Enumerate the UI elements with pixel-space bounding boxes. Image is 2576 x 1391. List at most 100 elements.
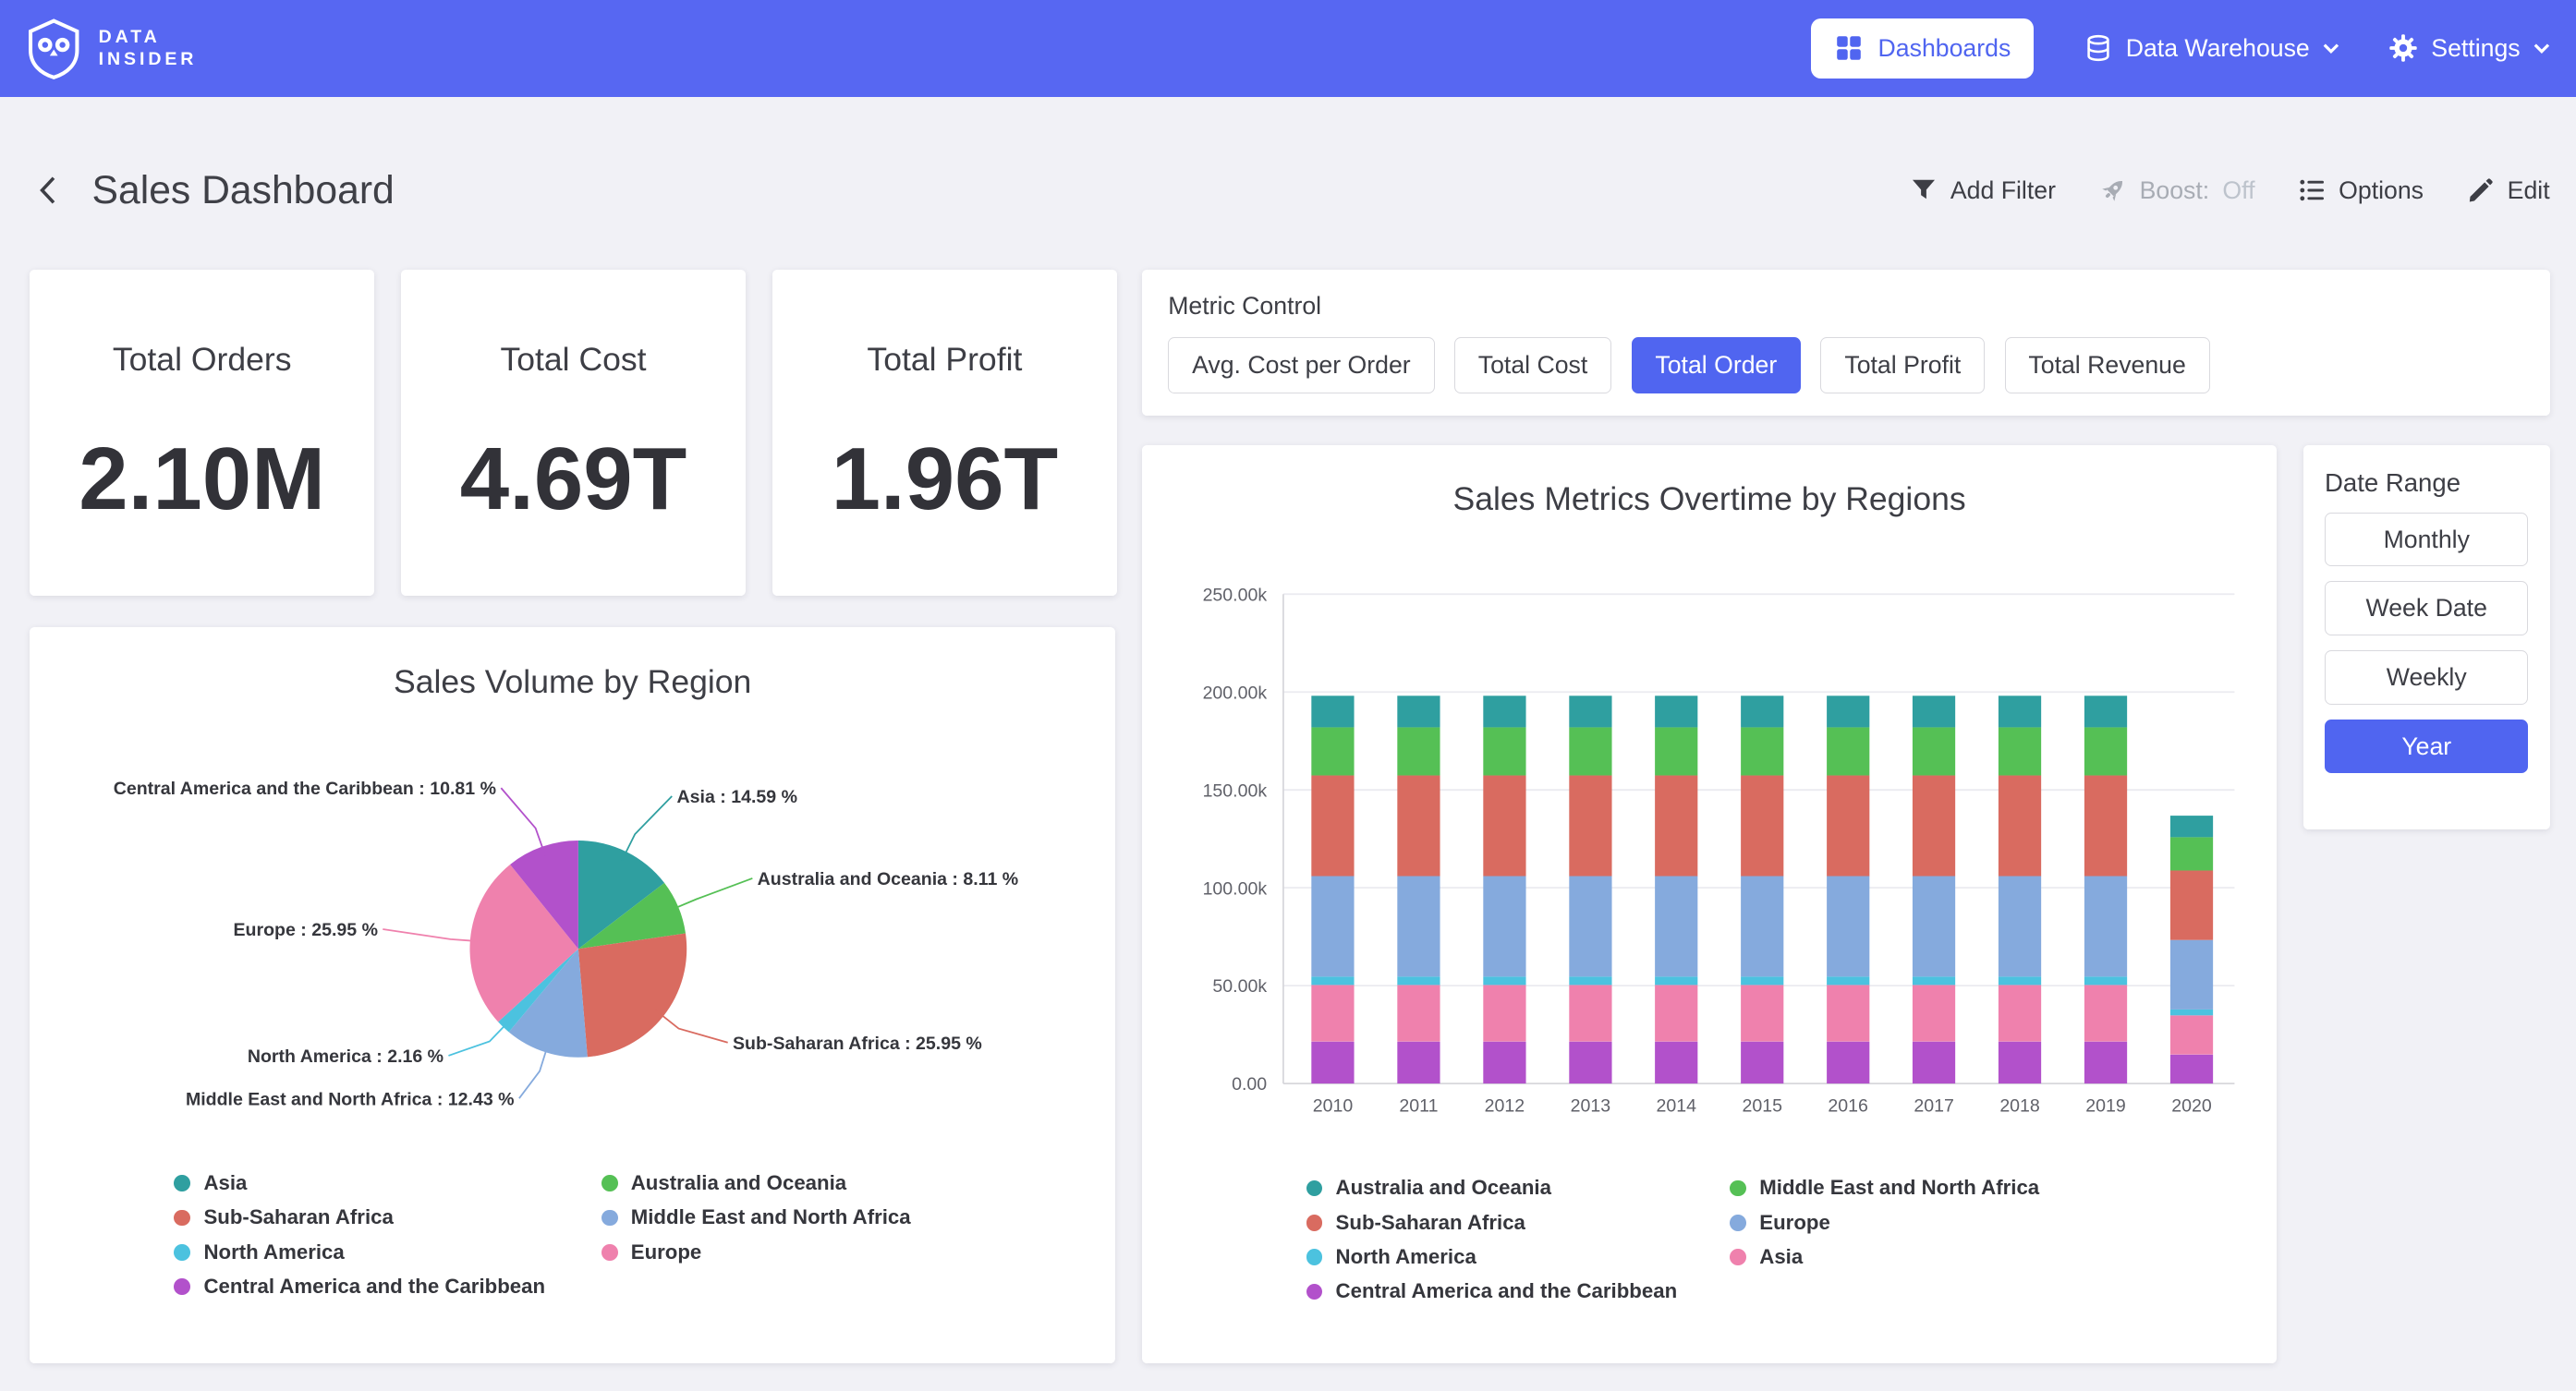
date-option-week-date[interactable]: Week Date xyxy=(2325,581,2528,635)
date-option-year[interactable]: Year xyxy=(2325,720,2528,774)
bar-segment-2012-central-america-and-the-caribbean[interactable] xyxy=(1483,1042,1525,1083)
bar-segment-2017-sub-saharan-africa[interactable] xyxy=(1913,776,1955,877)
metric-option-total-profit[interactable]: Total Profit xyxy=(1820,337,1985,393)
legend-item-sub-saharan-africa[interactable]: Sub-Saharan Africa xyxy=(1306,1205,1731,1240)
bar-segment-2016-sub-saharan-africa[interactable] xyxy=(1827,776,1869,877)
bar-segment-2013-north-america[interactable] xyxy=(1569,977,1611,986)
bar-segment-2018-sub-saharan-africa[interactable] xyxy=(1999,776,2041,877)
bar-segment-2019-asia[interactable] xyxy=(2084,986,2127,1042)
bar-segment-2020-middle-east-and-north-africa[interactable] xyxy=(2170,838,2213,871)
nav-settings[interactable]: Settings xyxy=(2388,33,2550,63)
nav-dashboards[interactable]: Dashboards xyxy=(1811,18,2035,79)
bar-segment-2011-north-america[interactable] xyxy=(1397,977,1440,986)
metric-option-total-order[interactable]: Total Order xyxy=(1632,337,1802,393)
bar-segment-2015-central-america-and-the-caribbean[interactable] xyxy=(1741,1042,1783,1083)
bar-segment-2020-australia-and-oceania[interactable] xyxy=(2170,816,2213,838)
nav-data-warehouse[interactable]: Data Warehouse xyxy=(2084,33,2339,63)
bar-segment-2014-middle-east-and-north-africa[interactable] xyxy=(1655,728,1697,776)
bar-segment-2010-north-america[interactable] xyxy=(1311,977,1354,986)
bar-segment-2014-sub-saharan-africa[interactable] xyxy=(1655,776,1697,877)
bar-segment-2016-asia[interactable] xyxy=(1827,986,1869,1042)
bar-segment-2017-middle-east-and-north-africa[interactable] xyxy=(1913,728,1955,776)
bar-segment-2011-asia[interactable] xyxy=(1397,986,1440,1042)
bar-segment-2016-north-america[interactable] xyxy=(1827,977,1869,986)
bar-segment-2013-europe[interactable] xyxy=(1569,877,1611,977)
legend-item-europe[interactable]: Europe xyxy=(601,1235,1028,1269)
date-option-weekly[interactable]: Weekly xyxy=(2325,650,2528,705)
bar-segment-2012-middle-east-and-north-africa[interactable] xyxy=(1483,728,1525,776)
bar-segment-2010-sub-saharan-africa[interactable] xyxy=(1311,776,1354,877)
bar-segment-2016-europe[interactable] xyxy=(1827,877,1869,977)
bar-segment-2013-asia[interactable] xyxy=(1569,986,1611,1042)
bar-segment-2013-middle-east-and-north-africa[interactable] xyxy=(1569,728,1611,776)
bar-segment-2012-australia-and-oceania[interactable] xyxy=(1483,696,1525,728)
boost-toggle[interactable]: Boost: Off xyxy=(2098,175,2254,205)
bar-segment-2019-sub-saharan-africa[interactable] xyxy=(2084,776,2127,877)
legend-item-middle-east-and-north-africa[interactable]: Middle East and North Africa xyxy=(601,1201,1028,1235)
bar-segment-2011-europe[interactable] xyxy=(1397,877,1440,977)
metric-option-total-revenue[interactable]: Total Revenue xyxy=(2005,337,2210,393)
bar-segment-2010-europe[interactable] xyxy=(1311,877,1354,977)
bar-segment-2015-sub-saharan-africa[interactable] xyxy=(1741,776,1783,877)
bar-segment-2015-middle-east-and-north-africa[interactable] xyxy=(1741,728,1783,776)
bar-segment-2019-middle-east-and-north-africa[interactable] xyxy=(2084,728,2127,776)
bar-segment-2016-middle-east-and-north-africa[interactable] xyxy=(1827,728,1869,776)
date-option-monthly[interactable]: Monthly xyxy=(2325,513,2528,567)
bar-segment-2017-asia[interactable] xyxy=(1913,986,1955,1042)
legend-item-central-america-and-the-caribbean[interactable]: Central America and the Caribbean xyxy=(174,1269,601,1303)
bar-segment-2016-central-america-and-the-caribbean[interactable] xyxy=(1827,1042,1869,1083)
bar-segment-2014-europe[interactable] xyxy=(1655,877,1697,977)
bar-segment-2013-sub-saharan-africa[interactable] xyxy=(1569,776,1611,877)
bar-segment-2019-central-america-and-the-caribbean[interactable] xyxy=(2084,1042,2127,1083)
bar-segment-2019-europe[interactable] xyxy=(2084,877,2127,977)
edit-button[interactable]: Edit xyxy=(2466,175,2549,205)
bar-segment-2012-europe[interactable] xyxy=(1483,877,1525,977)
legend-item-australia-and-oceania[interactable]: Australia and Oceania xyxy=(601,1166,1028,1200)
bar-segment-2014-australia-and-oceania[interactable] xyxy=(1655,696,1697,728)
metric-option-total-cost[interactable]: Total Cost xyxy=(1454,337,1611,393)
legend-item-central-america-and-the-caribbean[interactable]: Central America and the Caribbean xyxy=(1306,1275,1731,1309)
bar-segment-2020-asia[interactable] xyxy=(2170,1016,2213,1055)
bar-segment-2011-central-america-and-the-caribbean[interactable] xyxy=(1397,1042,1440,1083)
bar-segment-2019-north-america[interactable] xyxy=(2084,977,2127,986)
bar-segment-2018-australia-and-oceania[interactable] xyxy=(1999,696,2041,728)
legend-item-middle-east-and-north-africa[interactable]: Middle East and North Africa xyxy=(1730,1171,2154,1205)
bar-segment-2011-middle-east-and-north-africa[interactable] xyxy=(1397,728,1440,776)
bar-segment-2018-north-america[interactable] xyxy=(1999,977,2041,986)
legend-item-europe[interactable]: Europe xyxy=(1730,1205,2154,1240)
bar-segment-2014-central-america-and-the-caribbean[interactable] xyxy=(1655,1042,1697,1083)
bar-segment-2010-asia[interactable] xyxy=(1311,986,1354,1042)
bar-segment-2012-asia[interactable] xyxy=(1483,986,1525,1042)
bar-segment-2010-central-america-and-the-caribbean[interactable] xyxy=(1311,1042,1354,1083)
options-button[interactable]: Options xyxy=(2298,175,2424,205)
add-filter-button[interactable]: Add Filter xyxy=(1909,175,2056,205)
bar-segment-2010-australia-and-oceania[interactable] xyxy=(1311,696,1354,728)
legend-item-australia-and-oceania[interactable]: Australia and Oceania xyxy=(1306,1171,1731,1205)
back-button[interactable] xyxy=(26,169,68,212)
bar-segment-2011-sub-saharan-africa[interactable] xyxy=(1397,776,1440,877)
bar-segment-2017-central-america-and-the-caribbean[interactable] xyxy=(1913,1042,1955,1083)
bar-segment-2011-australia-and-oceania[interactable] xyxy=(1397,696,1440,728)
legend-item-asia[interactable]: Asia xyxy=(1730,1240,2154,1274)
bar-segment-2013-australia-and-oceania[interactable] xyxy=(1569,696,1611,728)
bar-segment-2010-middle-east-and-north-africa[interactable] xyxy=(1311,728,1354,776)
bar-segment-2014-asia[interactable] xyxy=(1655,986,1697,1042)
legend-item-north-america[interactable]: North America xyxy=(1306,1240,1731,1274)
legend-item-sub-saharan-africa[interactable]: Sub-Saharan Africa xyxy=(174,1201,601,1235)
bar-segment-2017-europe[interactable] xyxy=(1913,877,1955,977)
metric-option-avg-cost-per-order[interactable]: Avg. Cost per Order xyxy=(1168,337,1434,393)
bar-segment-2015-australia-and-oceania[interactable] xyxy=(1741,696,1783,728)
bar-segment-2016-australia-and-oceania[interactable] xyxy=(1827,696,1869,728)
bar-segment-2017-north-america[interactable] xyxy=(1913,977,1955,986)
bar-segment-2018-middle-east-and-north-africa[interactable] xyxy=(1999,728,2041,776)
bar-segment-2019-australia-and-oceania[interactable] xyxy=(2084,696,2127,728)
bar-segment-2020-sub-saharan-africa[interactable] xyxy=(2170,871,2213,940)
bar-segment-2018-europe[interactable] xyxy=(1999,877,2041,977)
bar-segment-2017-australia-and-oceania[interactable] xyxy=(1913,696,1955,728)
bar-segment-2020-europe[interactable] xyxy=(2170,940,2213,1010)
bar-segment-2018-asia[interactable] xyxy=(1999,986,2041,1042)
bar-segment-2020-north-america[interactable] xyxy=(2170,1010,2213,1015)
brand-logo[interactable]: DATA INSIDER xyxy=(26,18,197,80)
bar-segment-2015-europe[interactable] xyxy=(1741,877,1783,977)
bar-segment-2018-central-america-and-the-caribbean[interactable] xyxy=(1999,1042,2041,1083)
